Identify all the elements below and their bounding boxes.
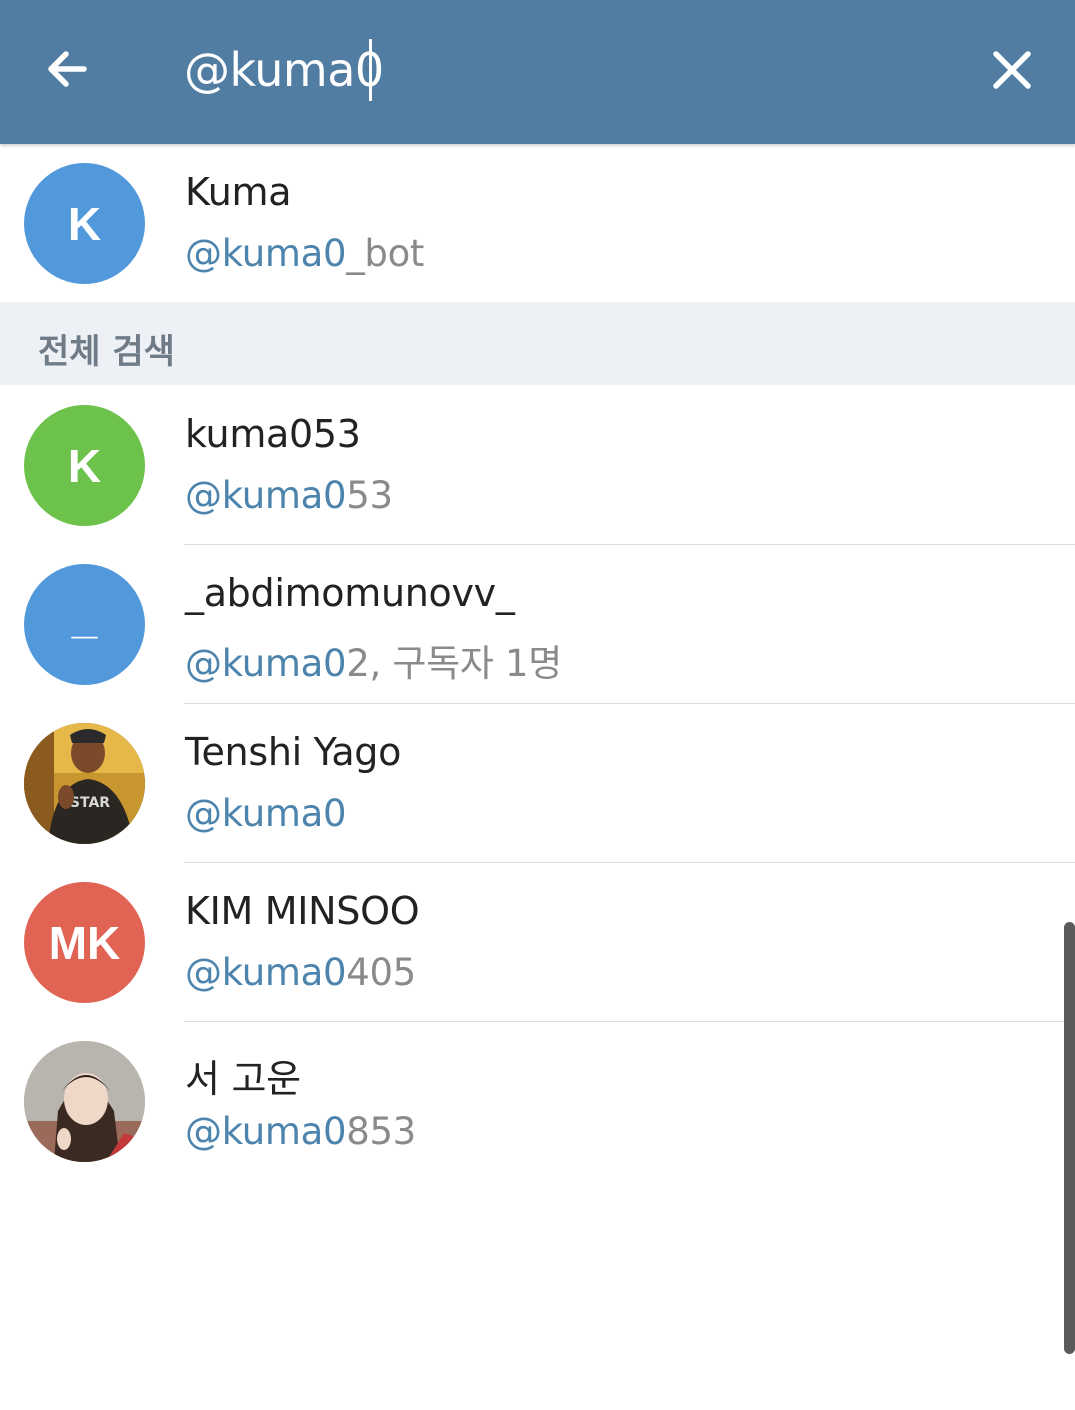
list-item[interactable]: _ _abdimomunovv_ @kuma02, 구독자 1명 — [0, 544, 1075, 704]
avatar-photo: STAR — [24, 723, 145, 844]
handle-rest: 405 — [346, 951, 416, 994]
avatar-initials: _ — [71, 590, 98, 643]
back-button[interactable] — [36, 36, 102, 102]
scrollbar[interactable] — [1064, 922, 1075, 1354]
result-name: KIM MINSOO — [185, 889, 420, 933]
avatar: K — [24, 163, 145, 284]
result-handle: @kuma0405 — [185, 951, 416, 994]
avatar-initials: MK — [48, 916, 121, 969]
section-title: 전체 검색 — [38, 332, 175, 372]
result-name: _abdimomunovv_ — [185, 571, 515, 615]
text-caret — [369, 39, 372, 101]
handle-rest: 2, 구독자 1명 — [346, 642, 563, 685]
list-item[interactable]: 서 고운 @kuma0853 — [0, 1021, 1075, 1180]
handle-match: @kuma0 — [185, 1110, 347, 1153]
list-item[interactable]: STAR Tenshi Yago @kuma0 — [0, 703, 1075, 863]
list-item[interactable]: MK KIM MINSOO @kuma0405 — [0, 862, 1075, 1022]
avatar-photo — [24, 1041, 145, 1162]
list-item[interactable]: K kuma053 @kuma053 — [0, 385, 1075, 545]
section-header: 전체 검색 — [0, 302, 1075, 385]
avatar: MK — [24, 882, 145, 1003]
avatar: _ — [24, 564, 145, 685]
search-input[interactable] — [184, 30, 944, 110]
result-name: Tenshi Yago — [185, 730, 402, 774]
result-handle: @kuma0 — [185, 792, 347, 835]
handle-match: @kuma0 — [185, 474, 347, 517]
arrow-left-icon — [48, 51, 87, 87]
result-handle: @kuma053 — [185, 474, 393, 517]
result-name: 서 고운 — [185, 1057, 301, 1101]
result-name: kuma053 — [185, 412, 361, 456]
avatar: K — [24, 405, 145, 526]
handle-rest: 853 — [346, 1110, 416, 1153]
handle-match: @kuma0 — [185, 792, 347, 835]
avatar-initials: K — [67, 197, 102, 250]
profile-photo-icon: STAR — [24, 723, 145, 844]
close-icon — [993, 51, 1031, 89]
handle-rest: _bot — [346, 232, 425, 275]
clear-search-button[interactable] — [982, 40, 1042, 100]
top-result-row[interactable]: K Kuma @kuma0_bot — [0, 144, 1075, 303]
result-handle: @kuma0_bot — [185, 232, 424, 275]
handle-rest: 53 — [346, 474, 393, 517]
result-name: Kuma — [185, 170, 292, 214]
handle-match: @kuma0 — [185, 232, 347, 275]
profile-photo-icon — [24, 1041, 145, 1162]
handle-match: @kuma0 — [185, 642, 347, 685]
result-handle: @kuma02, 구독자 1명 — [185, 633, 562, 687]
result-handle: @kuma0853 — [185, 1110, 416, 1153]
avatar-initials: K — [67, 439, 102, 492]
handle-match: @kuma0 — [185, 951, 347, 994]
svg-text:STAR: STAR — [70, 795, 110, 811]
search-header — [0, 0, 1075, 144]
